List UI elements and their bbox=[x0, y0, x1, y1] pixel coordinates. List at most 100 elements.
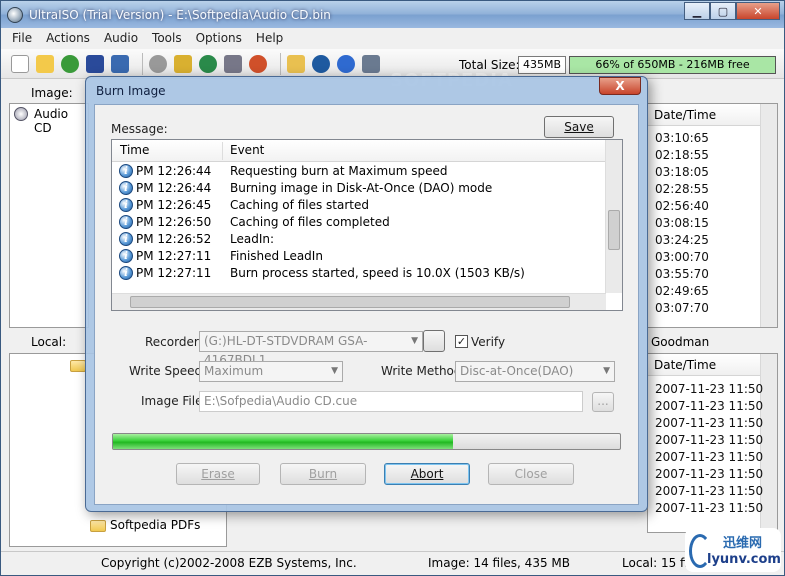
open-icon[interactable] bbox=[36, 54, 54, 73]
erase-label: Erase bbox=[201, 467, 235, 481]
exit-icon[interactable] bbox=[362, 54, 380, 73]
save-icon[interactable] bbox=[86, 54, 104, 73]
burn-cd-icon[interactable] bbox=[149, 54, 167, 73]
abort-button[interactable]: Abort bbox=[384, 463, 470, 485]
menu-options[interactable]: Options bbox=[189, 31, 249, 45]
new-icon[interactable] bbox=[11, 54, 29, 73]
menu-audio[interactable]: Audio bbox=[97, 31, 145, 45]
log-time: PM 12:26:44 bbox=[136, 181, 212, 195]
erase-button[interactable]: Erase bbox=[176, 463, 260, 485]
write-speed-select[interactable]: Maximum ▼ bbox=[199, 361, 343, 382]
log-time: PM 12:26:50 bbox=[136, 215, 212, 229]
image-tree: Audio CD bbox=[9, 103, 89, 328]
burn-progress-bar bbox=[112, 433, 621, 450]
status-copyright: Copyright (c)2002-2008 EZB Systems, Inc. bbox=[101, 556, 357, 570]
window-title: UltraISO (Trial Version) - E:\Softpedia\… bbox=[29, 7, 331, 22]
log-event: Burn process started, speed is 10.0X (15… bbox=[230, 266, 525, 280]
mount-icon[interactable] bbox=[174, 54, 192, 73]
local-pane-label: Local: bbox=[31, 332, 67, 352]
image-row-datetime[interactable]: 03:07:70 bbox=[655, 301, 709, 315]
log-row[interactable]: i PM 12:27:11 Finished LeadIn bbox=[112, 248, 606, 265]
convert-icon[interactable] bbox=[249, 54, 267, 73]
recorder-select[interactable]: (G:)HL-DT-STDVDRAM GSA-4167BDL1 ▼ bbox=[199, 331, 423, 367]
local-row-datetime[interactable]: 2007-11-23 11:50 bbox=[655, 467, 763, 481]
image-row-datetime[interactable]: 02:28:55 bbox=[655, 182, 709, 196]
maximize-button[interactable]: ▢ bbox=[710, 2, 736, 20]
message-list-header: Time Event bbox=[112, 140, 606, 162]
abort-label: Abort bbox=[410, 467, 444, 481]
image-row-datetime[interactable]: 03:18:05 bbox=[655, 165, 709, 179]
burn-image-dialog: Burn Image X Message: Save Time Event iP… bbox=[85, 76, 648, 512]
close-button[interactable]: Close bbox=[488, 463, 574, 485]
image-row-datetime[interactable]: 03:10:65 bbox=[655, 131, 709, 145]
log-row[interactable]: i PM 12:26:44 Burning image in Disk-At-Onc… bbox=[112, 180, 606, 197]
close-window-button[interactable]: ✕ bbox=[736, 2, 780, 20]
tree-root-item[interactable]: Audio CD bbox=[34, 107, 88, 135]
info-icon[interactable] bbox=[312, 54, 330, 73]
minimize-button[interactable]: ▁ bbox=[684, 2, 710, 20]
menu-file[interactable]: File bbox=[5, 31, 39, 45]
burn-button[interactable]: Burn bbox=[280, 463, 366, 485]
local-row-datetime[interactable]: 2007-11-23 11:50 bbox=[655, 382, 763, 396]
image-row-datetime[interactable]: 03:08:15 bbox=[655, 216, 709, 230]
save-as-icon[interactable] bbox=[111, 54, 129, 73]
title-bar[interactable]: UltraISO (Trial Version) - E:\Softpedia\… bbox=[1, 1, 784, 28]
image-row-datetime[interactable]: 02:18:55 bbox=[655, 148, 709, 162]
save-log-button[interactable]: Save bbox=[544, 116, 614, 138]
message-label: Message: bbox=[111, 122, 168, 136]
verify-checkbox[interactable]: ✓ bbox=[455, 335, 468, 348]
col-event[interactable]: Event bbox=[230, 143, 264, 157]
site-cn-text: 迅维网 bbox=[723, 536, 763, 551]
image-row-datetime[interactable]: 02:49:65 bbox=[655, 284, 709, 298]
image-file-label: Image File: bbox=[141, 394, 207, 408]
compress-icon[interactable] bbox=[199, 54, 217, 73]
image-file-input[interactable]: E:\Sofpedia\Audio CD.cue bbox=[199, 391, 583, 412]
log-row[interactable]: i PM 12:26:52 LeadIn: bbox=[112, 231, 606, 248]
local-row-datetime[interactable]: 2007-11-23 11:50 bbox=[655, 450, 763, 464]
log-time: PM 12:27:11 bbox=[136, 249, 212, 263]
extract-icon[interactable] bbox=[61, 54, 79, 73]
image-list-scrollbar[interactable] bbox=[760, 104, 777, 327]
log-row[interactable]: i PM 12:27:11 Burn process started, speed … bbox=[112, 265, 606, 282]
log-row[interactable]: i PM 12:26:45 Caching of files started bbox=[112, 197, 606, 214]
message-list-vscrollbar[interactable] bbox=[605, 140, 622, 293]
browse-button[interactable]: ... bbox=[592, 392, 614, 412]
menu-help[interactable]: Help bbox=[249, 31, 290, 45]
local-row-datetime[interactable]: 2007-11-23 11:50 bbox=[655, 501, 763, 515]
help-icon[interactable] bbox=[337, 54, 355, 73]
image-row-datetime[interactable]: 03:00:70 bbox=[655, 250, 709, 264]
message-list[interactable]: Time Event i PM 12:26:44 Requesting burn a… bbox=[111, 139, 623, 311]
write-method-label: Write Method: bbox=[381, 364, 466, 378]
dialog-close-button[interactable]: X bbox=[599, 77, 641, 95]
recorder-options-button[interactable] bbox=[423, 330, 445, 352]
log-event: Requesting burn at Maximum speed bbox=[230, 164, 448, 178]
burn-progress-fill bbox=[113, 434, 453, 449]
message-list-hscrollbar[interactable] bbox=[112, 293, 606, 310]
datetime-header[interactable]: Date/Time bbox=[648, 104, 760, 126]
write-method-select[interactable]: Disc-at-Once(DAO) ▼ bbox=[455, 361, 615, 382]
log-event: LeadIn: bbox=[230, 232, 275, 246]
col-time[interactable]: Time bbox=[120, 143, 149, 157]
menu-tools[interactable]: Tools bbox=[145, 31, 189, 45]
tree-folder-softpedia-pdfs[interactable]: Softpedia PDFs bbox=[110, 518, 200, 532]
info-icon: i bbox=[119, 164, 133, 178]
cd-icon bbox=[14, 107, 28, 121]
local-datetime-header[interactable]: Date/Time bbox=[648, 354, 760, 376]
local-row-datetime[interactable]: 2007-11-23 11:50 bbox=[655, 433, 763, 447]
menu-actions[interactable]: Actions bbox=[39, 31, 97, 45]
site-url-text: lyunv.com bbox=[707, 552, 781, 567]
log-event: Finished LeadIn bbox=[230, 249, 323, 263]
log-row[interactable]: i PM 12:26:44 Requesting burn at Maximum s… bbox=[112, 163, 606, 180]
log-row[interactable]: i PM 12:26:50 Caching of files completed bbox=[112, 214, 606, 231]
image-row-datetime[interactable]: 03:55:70 bbox=[655, 267, 709, 281]
properties-icon[interactable] bbox=[287, 54, 305, 73]
local-row-datetime[interactable]: 2007-11-23 11:50 bbox=[655, 484, 763, 498]
local-row-datetime[interactable]: 2007-11-23 11:50 bbox=[655, 399, 763, 413]
image-row-datetime[interactable]: 03:24:25 bbox=[655, 233, 709, 247]
virtual-drive-icon[interactable] bbox=[224, 54, 242, 73]
burn-label: Burn bbox=[308, 467, 338, 481]
info-icon: i bbox=[119, 198, 133, 212]
folder-icon bbox=[70, 360, 86, 372]
local-row-datetime[interactable]: 2007-11-23 11:50 bbox=[655, 416, 763, 430]
image-row-datetime[interactable]: 02:56:40 bbox=[655, 199, 709, 213]
